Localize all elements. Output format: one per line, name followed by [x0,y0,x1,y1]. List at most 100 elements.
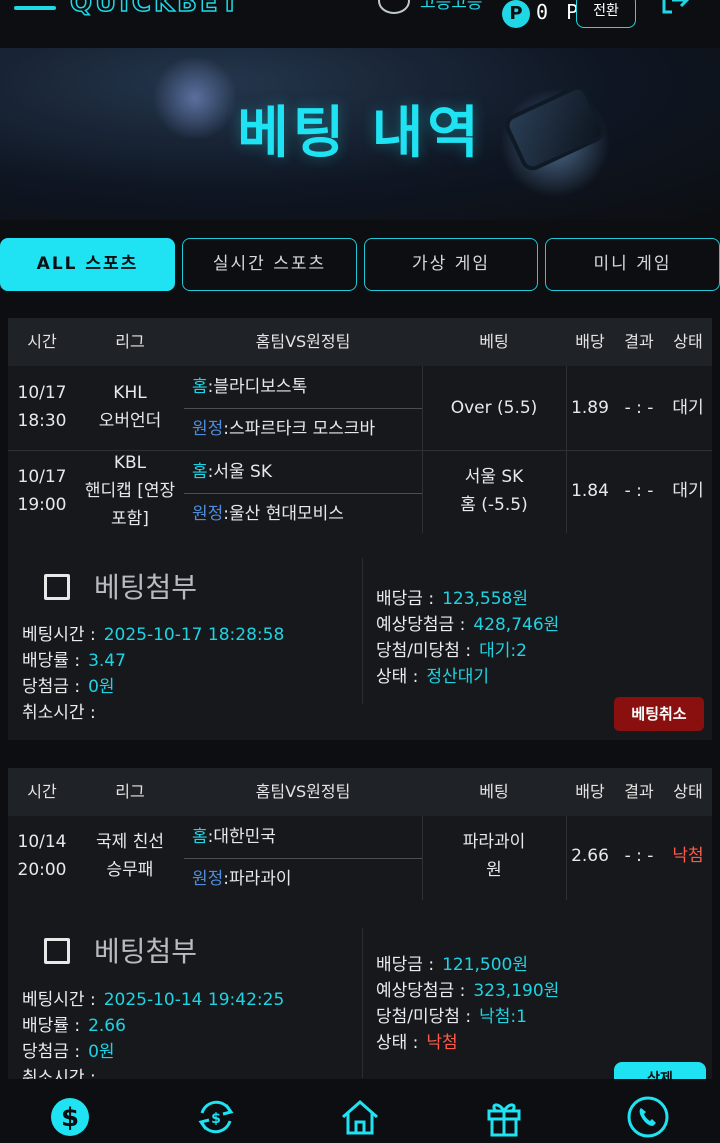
home-team: 홈:서울 SK [184,451,422,493]
info-label: 당첨금 : [22,1042,81,1062]
stake-line: 배당금 : 121,500원 [376,950,528,975]
logout-icon[interactable] [660,0,690,14]
info-label: 배당률 : [22,651,81,671]
info-label: 배당금 : [376,589,435,609]
switch-button[interactable]: 전환 [576,0,636,28]
row-bet: 파라과이 원 [422,828,566,884]
win-loss-line: 당첨/미당첨 : 대기:2 [376,636,527,661]
bet-pick: 파라과이 [462,832,526,852]
expected-win-line: 예상당첨금 : 323,190원 [376,976,559,1001]
info-value: 2.66 [88,1016,126,1036]
svg-text:$: $ [211,1111,221,1127]
cancel-time-line: 취소시간 : [22,698,104,723]
th-time: 시간 [27,782,57,801]
info-value: 0원 [88,1042,115,1062]
user-icon[interactable] [378,0,410,14]
tab-virtual-games[interactable]: 가상 게임 [364,238,538,291]
win-loss-line: 당첨/미당첨 : 낙첨:1 [376,1002,527,1027]
table-header: 시간 리그 홈팀VS원정팀 베팅 배당 결과 상태 [8,768,712,816]
market-type: 승무패 [106,860,154,880]
row-league: KBL 핸디캡 [연장 포함] [76,449,184,533]
row-date: 10/14 [17,832,67,852]
th-status: 상태 [673,332,703,351]
row-datetime: 10/17 19:00 [8,463,76,519]
market-type-cont: 포함] [111,509,149,529]
page-title: 베팅 내역 [237,101,483,166]
away-team-name: :스파르타크 모스크바 [223,419,376,439]
attach-checkbox[interactable] [44,574,70,600]
info-label: 상태 : [376,667,419,687]
row-time: 20:00 [17,860,67,880]
column-divider [422,366,423,533]
home-team-name: :대한민국 [207,827,276,847]
th-league: 리그 [115,782,145,801]
tab-live-sports[interactable]: 실시간 스포츠 [182,238,357,291]
bet-pick: 서울 SK [464,467,524,487]
away-team: 원정:울산 현대모비스 [184,493,422,535]
info-value: 2025-10-14 19:42:25 [103,990,285,1010]
winnings-line: 당첨금 : 0원 [22,1037,115,1062]
row-date: 10/17 [17,467,67,487]
home-label: 홈 [192,827,208,847]
league-name: 국제 친선 [96,832,164,852]
odds-rate-line: 배당률 : 2.66 [22,1011,126,1036]
expected-win-line: 예상당첨금 : 428,746원 [376,610,559,635]
settle-status-line: 상태 : 정산대기 [376,662,489,687]
home-label: 홈 [192,377,208,397]
odds-rate-line: 배당률 : 3.47 [22,646,126,671]
dollar-icon[interactable]: $ [48,1095,92,1139]
row-league: 국제 친선 승무패 [76,828,184,884]
info-label: 취소시간 : [22,1068,96,1079]
bet-card: 시간 리그 홈팀VS원정팀 베팅 배당 결과 상태 10/14 20:00 국제… [8,768,712,1079]
row-date: 10/17 [17,383,67,403]
tab-all-sports[interactable]: ALL 스포츠 [0,238,175,291]
info-value: 낙첨 [426,1033,458,1053]
bet-card: 시간 리그 홈팀VS원정팀 베팅 배당 결과 상태 10/17 18:30 KH… [8,318,712,740]
logo[interactable]: QUICKBET [69,0,241,19]
row-bet: 서울 SK 홈 (-5.5) [422,463,566,519]
away-label: 원정 [192,419,224,439]
gift-icon[interactable] [482,1095,526,1139]
bet-time-line: 베팅시간 : 2025-10-17 18:28:58 [22,620,284,645]
league-name: KBL [113,453,147,473]
info-value: 3.47 [88,651,126,671]
tab-mini-games[interactable]: 미니 게임 [545,238,720,291]
home-team-name: :서울 SK [207,462,272,482]
stake-line: 배당금 : 123,558원 [376,584,528,609]
info-value: 121,500원 [442,955,529,975]
attach-checkbox[interactable] [44,938,70,964]
away-team: 원정:파라과이 [184,858,422,900]
home-icon[interactable] [338,1095,382,1139]
th-league: 리그 [115,332,145,351]
th-status: 상태 [673,782,703,801]
column-divider [566,816,567,900]
point-icon: P [502,0,530,28]
home-label: 홈 [192,462,208,482]
away-team: 원정:스파르타크 모스크바 [184,408,422,450]
row-time: 18:30 [17,411,67,431]
info-value: 123,558원 [442,589,529,609]
info-value: 대기:2 [479,641,527,661]
info-value: 0원 [88,677,115,697]
exchange-icon[interactable]: $ [194,1095,238,1139]
table-row: 10/14 20:00 국제 친선 승무패 홈:대한민국 원정:파라과이 파라과… [8,816,712,900]
row-odds: 1.89 [571,398,609,418]
info-label: 취소시간 : [22,703,96,723]
info-value: 정산대기 [426,667,489,687]
home-team: 홈:블라디보스톡 [184,366,422,408]
th-result: 결과 [624,332,654,351]
phone-icon[interactable] [626,1095,670,1139]
th-odds: 배당 [575,332,605,351]
row-status: 대기 [672,398,704,418]
attach-label: 베팅첨부 [94,935,198,968]
menu-icon[interactable] [14,0,56,14]
row-status: 낙첨 [672,846,704,866]
row-status: 대기 [672,481,704,501]
winnings-line: 당첨금 : 0원 [22,672,115,697]
cancel-bet-button[interactable]: 베팅취소 [614,697,704,731]
away-team-name: :울산 현대모비스 [223,504,344,524]
row-odds: 1.84 [571,481,609,501]
info-label: 배당률 : [22,1016,81,1036]
delete-bet-button[interactable]: 삭제 [614,1062,706,1079]
column-divider [566,366,567,533]
